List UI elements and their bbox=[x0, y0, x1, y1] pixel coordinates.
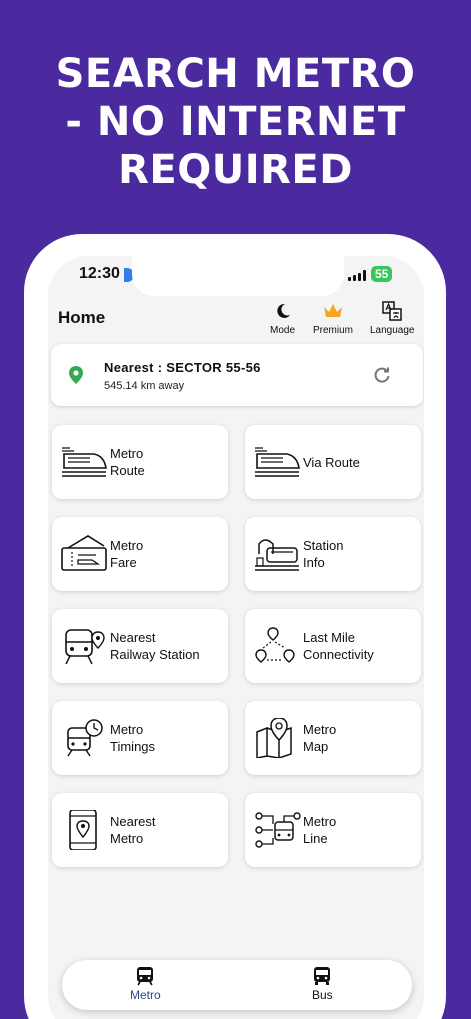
metro-map-label: Metro Map bbox=[303, 722, 337, 754]
metro-fare-label: Metro Fare bbox=[110, 538, 144, 570]
signal-icon bbox=[348, 270, 366, 281]
refresh-icon[interactable] bbox=[373, 366, 391, 384]
premium-button[interactable]: Premium bbox=[313, 300, 353, 336]
bus-icon bbox=[314, 967, 331, 985]
nav-tab-bus[interactable]: Bus bbox=[312, 966, 333, 1002]
metro-line-icon bbox=[255, 812, 301, 848]
mode-label: Mode bbox=[270, 325, 296, 336]
battery-indicator: 55 bbox=[371, 266, 393, 282]
status-bar: 12:30 55 bbox=[48, 256, 424, 296]
station-info-tile[interactable]: Station Info bbox=[245, 517, 421, 591]
moon-icon bbox=[276, 303, 290, 318]
metro-line-label: Metro Line bbox=[303, 814, 337, 846]
language-button[interactable]: Language bbox=[370, 300, 415, 336]
phone-screen: 12:30 55 Home Mode Premium Language Near… bbox=[48, 256, 424, 1019]
metro-route-tile[interactable]: Metro Route bbox=[52, 425, 228, 499]
crown-icon bbox=[324, 304, 342, 317]
train-front-icon bbox=[137, 967, 154, 986]
nearest-metro-label: Nearest Metro bbox=[110, 814, 156, 846]
language-label: Language bbox=[370, 325, 415, 336]
app-bar: Home Mode Premium Language bbox=[48, 300, 424, 346]
headline-line-1: SEARCH METRO bbox=[55, 51, 416, 97]
last-mile-connectivity-label: Last Mile Connectivity bbox=[303, 630, 374, 662]
metro-fare-tile[interactable]: Metro Fare bbox=[52, 517, 228, 591]
station-info-label: Station Info bbox=[303, 538, 344, 570]
premium-label: Premium bbox=[313, 325, 354, 336]
station-icon bbox=[255, 539, 299, 571]
nearest-railway-station-label: Nearest Railway Station bbox=[110, 630, 200, 662]
nearest-station-card[interactable]: Nearest : SECTOR 55-56 545.14 km away bbox=[51, 344, 423, 406]
metro-route-label: Metro Route bbox=[110, 446, 145, 478]
nearest-metro-tile[interactable]: Nearest Metro bbox=[52, 793, 228, 867]
route-pins-icon bbox=[255, 627, 295, 663]
nearest-railway-station-tile[interactable]: Nearest Railway Station bbox=[52, 609, 228, 683]
nav-tab-metro[interactable]: Metro bbox=[130, 966, 161, 1002]
promo-headline: SEARCH METRO - NO INTERNET REQUIRED bbox=[0, 50, 471, 194]
ticket-icon bbox=[61, 535, 107, 571]
via-route-tile[interactable]: Via Route bbox=[245, 425, 421, 499]
train-icon bbox=[62, 447, 107, 477]
mode-button[interactable]: Mode bbox=[270, 300, 295, 336]
via-route-label: Via Route bbox=[303, 455, 360, 470]
metro-timings-label: Metro Timings bbox=[110, 722, 156, 754]
nav-tab-metro-label: Metro bbox=[130, 988, 161, 1002]
train-icon bbox=[255, 447, 300, 477]
bottom-navigation: Metro Bus bbox=[62, 960, 412, 1010]
nav-tab-bus-label: Bus bbox=[312, 988, 333, 1002]
train-clock-icon bbox=[67, 719, 103, 757]
notch bbox=[132, 256, 344, 296]
nearest-station-distance: 545.14 km away bbox=[104, 380, 185, 392]
metro-timings-tile[interactable]: Metro Timings bbox=[52, 701, 228, 775]
status-time: 12:30 bbox=[79, 265, 120, 282]
phone-location-icon bbox=[69, 810, 97, 850]
translate-icon bbox=[382, 301, 402, 321]
location-pin-icon bbox=[69, 366, 83, 384]
headline-line-2: - NO INTERNET bbox=[65, 99, 406, 145]
headline-line-3: REQUIRED bbox=[118, 147, 353, 193]
page-title: Home bbox=[58, 308, 106, 327]
last-mile-connectivity-tile[interactable]: Last Mile Connectivity bbox=[245, 609, 421, 683]
railway-location-icon bbox=[65, 629, 105, 665]
map-icon bbox=[256, 718, 292, 758]
nearest-station-name: Nearest : SECTOR 55-56 bbox=[104, 360, 261, 375]
metro-map-tile[interactable]: Metro Map bbox=[245, 701, 421, 775]
metro-line-tile[interactable]: Metro Line bbox=[245, 793, 421, 867]
